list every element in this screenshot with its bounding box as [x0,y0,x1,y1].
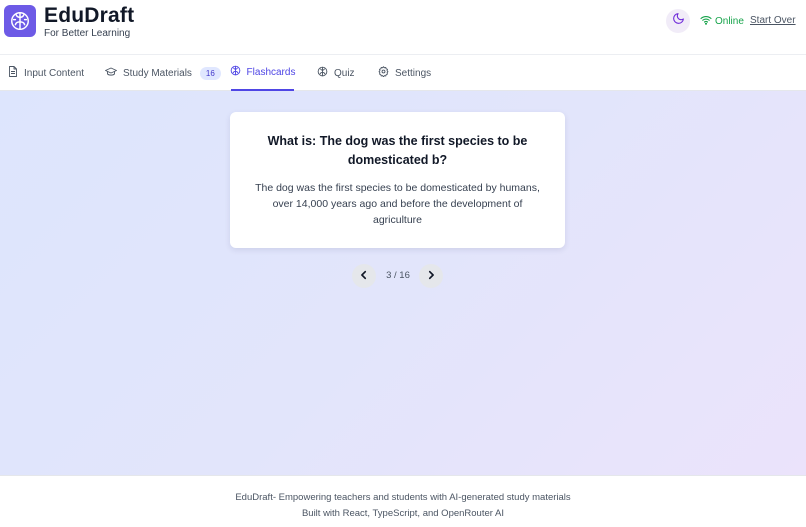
flashcard-answer: The dog was the first species to be dome… [255,182,540,226]
flashcard-area: What is: The dog was the first species t… [0,91,806,475]
app-title: EduDraft [44,4,135,27]
brain-icon [317,66,328,80]
card-counter: 3 / 16 [386,270,410,281]
connection-status: Online [700,15,744,28]
tab-label: Study Materials [123,67,192,79]
tab-flashcards[interactable]: Flashcards [230,55,296,91]
count-badge: 16 [199,66,221,80]
status-label: Online [715,16,744,27]
brain-icon [4,5,36,37]
gear-icon [378,66,389,80]
tab-input-content[interactable]: Input Content [8,55,84,91]
tab-label: Flashcards [246,66,296,78]
tab-study-materials[interactable]: Study Materials 16 [105,55,221,91]
next-card-button[interactable] [419,264,443,288]
footer: EduDraft- Empowering teachers and studen… [0,475,806,527]
app-subtitle: For Better Learning [44,28,131,39]
tab-label: Settings [395,67,432,79]
flashcard-question: What is: The dog was the first species t… [267,134,528,167]
wifi-icon [700,15,712,28]
document-icon [8,66,18,80]
theme-toggle-button[interactable] [666,9,690,33]
tab-label: Input Content [24,67,85,79]
tab-settings[interactable]: Settings [378,55,431,91]
footer-tagline: EduDraft- Empowering teachers and studen… [235,492,571,503]
chevron-left-icon [359,267,369,285]
brain-icon [230,65,241,79]
flashcard[interactable]: What is: The dog was the first species t… [230,112,565,248]
chevron-right-icon [426,267,436,285]
moon-icon [672,12,685,30]
start-over-link[interactable]: Start Over [750,15,796,26]
app-header: EduDraft For Better Learning Online Star… [0,0,806,55]
tab-quiz[interactable]: Quiz [317,55,355,91]
graduation-cap-icon [105,67,117,80]
footer-credits: Built with React, TypeScript, and OpenRo… [301,508,505,519]
tab-bar: Input Content Study Materials 16 Flashca… [0,55,806,91]
previous-card-button[interactable] [352,264,376,288]
tab-label: Quiz [334,67,355,79]
